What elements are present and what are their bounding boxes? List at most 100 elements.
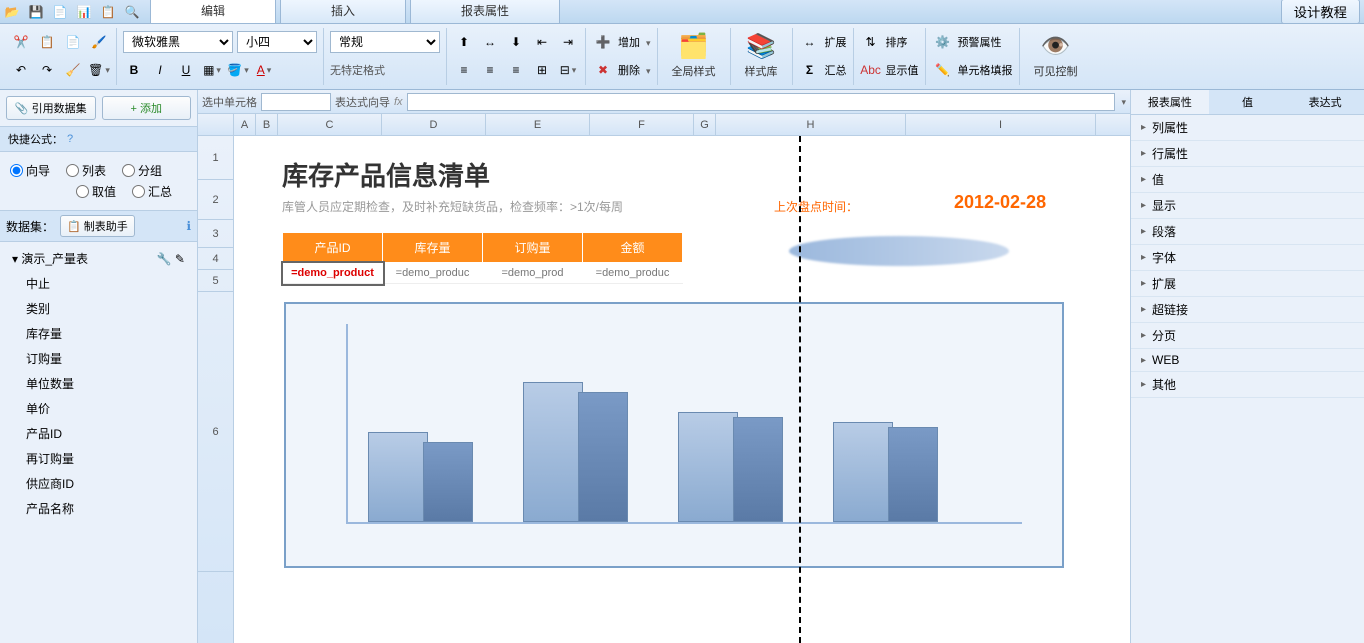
merge-icon[interactable]: ⊞: [531, 59, 553, 81]
show-value-label[interactable]: 显示值: [886, 62, 919, 78]
prop-section[interactable]: WEB: [1131, 349, 1364, 372]
tab-report-props[interactable]: 报表属性: [410, 0, 560, 23]
row-header[interactable]: 3: [198, 220, 233, 248]
prop-section[interactable]: 扩展: [1131, 271, 1364, 297]
style-lib-button[interactable]: 📚样式库: [737, 28, 786, 83]
row-header[interactable]: 2: [198, 180, 233, 220]
bar-chart[interactable]: [284, 302, 1064, 568]
underline-icon[interactable]: U: [175, 59, 197, 81]
font-size-select[interactable]: 小四: [237, 31, 317, 53]
radio-summary[interactable]: 汇总: [132, 183, 172, 200]
col-header[interactable]: B: [256, 114, 278, 135]
field-item[interactable]: 类别: [8, 296, 189, 321]
row-header[interactable]: 5: [198, 270, 233, 292]
right-tab-expr[interactable]: 表达式: [1286, 90, 1364, 114]
align-left-icon[interactable]: ≡: [453, 59, 475, 81]
expression-input[interactable]: [407, 93, 1116, 111]
table-cell[interactable]: =demo_produc: [583, 263, 683, 284]
alert-label[interactable]: 预警属性: [958, 34, 1002, 50]
global-style-button[interactable]: 🗂️全局样式: [664, 28, 724, 83]
export-icon[interactable]: 📊: [74, 2, 94, 22]
open-icon[interactable]: 📂: [2, 2, 22, 22]
tutorial-button[interactable]: 设计教程: [1281, 0, 1360, 24]
cell-report-icon[interactable]: ✏️: [932, 59, 954, 81]
help-icon[interactable]: ?: [67, 133, 73, 145]
italic-icon[interactable]: I: [149, 59, 171, 81]
expand-label[interactable]: 扩展: [825, 34, 847, 50]
summary-icon[interactable]: Σ: [799, 59, 821, 81]
row-header[interactable]: 4: [198, 248, 233, 270]
prop-section[interactable]: 值: [1131, 167, 1364, 193]
tab-edit[interactable]: 编辑: [150, 0, 276, 23]
prop-section[interactable]: 列属性: [1131, 115, 1364, 141]
delete-row-icon[interactable]: ✖: [592, 59, 614, 81]
alert-icon[interactable]: ⚙️: [932, 31, 954, 53]
add-dropdown[interactable]: [644, 35, 651, 49]
prop-section[interactable]: 超链接: [1131, 297, 1364, 323]
field-item[interactable]: 订购量: [8, 346, 189, 371]
radio-group[interactable]: 分组: [122, 162, 162, 179]
right-tab-props[interactable]: 报表属性: [1131, 90, 1209, 114]
cut-icon[interactable]: ✂️: [10, 31, 32, 53]
number-format-select[interactable]: 常规: [330, 31, 440, 53]
field-item[interactable]: 产品名称: [8, 496, 189, 521]
field-item[interactable]: 中止: [8, 271, 189, 296]
align-right-icon[interactable]: ≡: [505, 59, 527, 81]
expand-icon[interactable]: ↔: [799, 31, 821, 53]
row-header[interactable]: 1: [198, 136, 233, 180]
prop-section[interactable]: 分页: [1131, 323, 1364, 349]
row-header[interactable]: 6: [198, 292, 233, 572]
table-cell[interactable]: =demo_produc: [383, 263, 483, 284]
col-header[interactable]: C: [278, 114, 382, 135]
ref-dataset-button[interactable]: 📎 引用数据集: [6, 96, 96, 120]
col-header[interactable]: A: [234, 114, 256, 135]
add-dataset-button[interactable]: + 添加: [102, 96, 192, 120]
summary-label[interactable]: 汇总: [825, 62, 847, 78]
indent-left-icon[interactable]: ⇤: [531, 31, 553, 53]
border-dropdown[interactable]: ▦: [201, 59, 223, 81]
align-middle-icon[interactable]: ↔: [479, 31, 501, 53]
fx-icon[interactable]: fx: [394, 96, 403, 108]
undo-icon[interactable]: ↶: [10, 59, 32, 81]
prop-section[interactable]: 字体: [1131, 245, 1364, 271]
right-tab-value[interactable]: 值: [1209, 90, 1287, 114]
search-icon[interactable]: 🔍: [122, 2, 142, 22]
dataset-tree-root[interactable]: ▾ 演示_产量表 🔧 ✎: [8, 246, 189, 271]
radio-guide[interactable]: 向导: [10, 162, 50, 179]
prop-section[interactable]: 其他: [1131, 372, 1364, 398]
cell-report-label[interactable]: 单元格填报: [958, 62, 1013, 78]
field-item[interactable]: 单价: [8, 396, 189, 421]
spreadsheet-grid[interactable]: 库存产品信息清单 库管人员应定期检查，及时补充短缺货品，检查频率：>1次/每周 …: [234, 136, 1130, 643]
field-item[interactable]: 库存量: [8, 321, 189, 346]
tab-insert[interactable]: 插入: [280, 0, 406, 23]
save-as-icon[interactable]: 📄: [50, 2, 70, 22]
paste-icon[interactable]: 📄: [62, 31, 84, 53]
sort-label[interactable]: 排序: [886, 34, 908, 50]
info-icon[interactable]: ℹ: [186, 219, 191, 233]
prop-section[interactable]: 行属性: [1131, 141, 1364, 167]
radio-value[interactable]: 取值: [76, 183, 116, 200]
save-icon[interactable]: 💾: [26, 2, 46, 22]
table-cell[interactable]: =demo_product: [283, 263, 383, 284]
align-top-icon[interactable]: ⬆: [453, 31, 475, 53]
font-color-dropdown[interactable]: A: [253, 59, 275, 81]
font-family-select[interactable]: 微软雅黑: [123, 31, 233, 53]
col-header[interactable]: E: [486, 114, 590, 135]
col-header[interactable]: F: [590, 114, 694, 135]
add-label[interactable]: 增加: [618, 34, 640, 50]
clear-dropdown[interactable]: 🗑: [88, 59, 110, 81]
expr-dropdown[interactable]: [1119, 96, 1126, 108]
insert-row-icon[interactable]: ➕: [592, 31, 614, 53]
indent-right-icon[interactable]: ⇥: [557, 31, 579, 53]
format-painter-icon[interactable]: 🖌️: [88, 31, 110, 53]
selected-cell-input[interactable]: [261, 93, 331, 111]
preview-icon[interactable]: 📋: [98, 2, 118, 22]
col-header[interactable]: H: [716, 114, 906, 135]
prop-section[interactable]: 段落: [1131, 219, 1364, 245]
field-item[interactable]: 供应商ID: [8, 471, 189, 496]
eraser-icon[interactable]: 🧹: [62, 59, 84, 81]
align-center-icon[interactable]: ≡: [479, 59, 501, 81]
merge-dropdown[interactable]: ⊟: [557, 59, 579, 81]
table-cell[interactable]: =demo_prod: [483, 263, 583, 284]
col-header[interactable]: G: [694, 114, 716, 135]
